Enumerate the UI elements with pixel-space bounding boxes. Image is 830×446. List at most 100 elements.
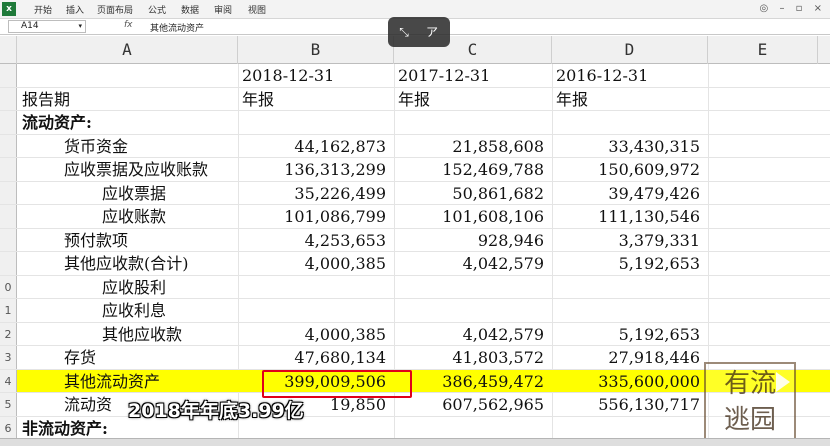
minimize-icon[interactable]: – [779, 3, 784, 14]
cell-a[interactable]: 应收利息 [22, 299, 236, 322]
cell-d[interactable]: 5,192,653 [556, 252, 700, 275]
cell-d[interactable] [556, 299, 700, 322]
cell-b[interactable]: 101,086,799 [242, 205, 386, 228]
tab-home[interactable]: 开始 [34, 3, 52, 16]
cell-c[interactable]: 4,042,579 [398, 252, 544, 275]
cell-c[interactable]: 21,858,608 [398, 135, 544, 158]
cell-b[interactable]: 2018-12-31 [242, 64, 386, 87]
cell-d[interactable]: 5,192,653 [556, 323, 700, 346]
cell-b[interactable]: 35,226,499 [242, 182, 386, 205]
column-header-d[interactable]: D [552, 36, 708, 64]
cell-c[interactable] [398, 299, 544, 322]
cell-a[interactable]: 应收票据及应收账款 [22, 158, 236, 181]
cell-b[interactable]: 年报 [242, 88, 386, 111]
cell-a[interactable]: 应收股利 [22, 276, 236, 299]
close-icon[interactable]: × [814, 3, 822, 14]
row-number[interactable] [0, 228, 17, 251]
cell-b[interactable] [242, 111, 386, 134]
cell-d[interactable] [556, 417, 700, 440]
column-header-e[interactable]: E [708, 36, 818, 64]
row-number[interactable] [0, 111, 17, 134]
cell-c[interactable]: 2017-12-31 [398, 64, 544, 87]
cell-d[interactable]: 150,609,972 [556, 158, 700, 181]
cell-d[interactable] [556, 111, 700, 134]
cell-b[interactable]: 44,162,873 [242, 135, 386, 158]
cell-d[interactable] [556, 276, 700, 299]
cell-c[interactable]: 386,459,472 [398, 370, 544, 393]
cell-d[interactable]: 111,130,546 [556, 205, 700, 228]
cell-c[interactable]: 50,861,682 [398, 182, 544, 205]
formula-content[interactable]: 其他流动资产 [150, 21, 204, 34]
cell-d[interactable]: 年报 [556, 88, 700, 111]
cell-c[interactable]: 年报 [398, 88, 544, 111]
row-number[interactable]: 1 [0, 299, 17, 322]
cell-b[interactable]: 47,680,134 [242, 346, 386, 369]
chevron-down-icon[interactable]: ▾ [78, 21, 82, 32]
translate-icon[interactable]: ア [422, 23, 442, 41]
cell-b[interactable]: 136,313,299 [242, 158, 386, 181]
tab-view[interactable]: 视图 [248, 3, 266, 16]
fullscreen-icon[interactable]: ⤡ [394, 23, 414, 41]
cell-c[interactable]: 4,042,579 [398, 323, 544, 346]
row-number[interactable] [0, 134, 17, 157]
cell-a[interactable]: 存货 [22, 346, 236, 369]
cell-c[interactable] [398, 417, 544, 440]
cell-d[interactable]: 556,130,717 [556, 393, 700, 416]
cell-c[interactable]: 101,608,106 [398, 205, 544, 228]
row-number[interactable] [0, 205, 17, 228]
cell-a[interactable] [22, 64, 236, 87]
cell-a[interactable]: 应收票据 [22, 182, 236, 205]
cell-a[interactable]: 应收账款 [22, 205, 236, 228]
cell-b[interactable]: 4,000,385 [242, 252, 386, 275]
sheet-tab-bar[interactable] [0, 438, 830, 446]
row-number[interactable]: 5 [0, 393, 17, 416]
cell-a[interactable]: 报告期 [22, 88, 236, 111]
column-header-a[interactable]: A [17, 36, 238, 64]
cell-d[interactable]: 33,430,315 [556, 135, 700, 158]
play-icon[interactable] [776, 372, 790, 392]
cell-d[interactable]: 335,600,000 [556, 370, 700, 393]
tab-page-layout[interactable]: 页面布局 [97, 3, 133, 16]
row-number[interactable]: 2 [0, 322, 17, 345]
cell-b[interactable] [242, 276, 386, 299]
help-icon[interactable]: ◎ [760, 3, 769, 14]
column-header-b[interactable]: B [238, 36, 394, 64]
row-number[interactable]: 0 [0, 275, 17, 298]
row-number[interactable]: 3 [0, 346, 17, 369]
cell-d[interactable]: 3,379,331 [556, 229, 700, 252]
cell-c[interactable]: 41,803,572 [398, 346, 544, 369]
row-number[interactable] [0, 87, 17, 110]
name-box[interactable]: A14 ▾ [8, 20, 86, 33]
cell-a[interactable]: 其他应收款 [22, 323, 236, 346]
cell-a[interactable]: 预付款项 [22, 229, 236, 252]
restore-icon[interactable]: ▫ [796, 3, 803, 14]
row-number[interactable] [0, 64, 17, 87]
cell-c[interactable]: 607,562,965 [398, 393, 544, 416]
tab-insert[interactable]: 插入 [66, 3, 84, 16]
cell-c[interactable]: 152,469,788 [398, 158, 544, 181]
table-row: 应收票据 35,226,499 50,861,682 39,479,426 [0, 181, 830, 205]
select-all-corner[interactable] [0, 36, 17, 64]
tab-formulas[interactable]: 公式 [148, 3, 166, 16]
cell-c[interactable] [398, 276, 544, 299]
cell-c[interactable]: 928,946 [398, 229, 544, 252]
cell-b[interactable]: 4,000,385 [242, 323, 386, 346]
row-number[interactable] [0, 252, 17, 275]
cell-a[interactable]: 货币资金 [22, 135, 236, 158]
cell-a[interactable]: 其他流动资产 [22, 370, 236, 393]
cell-c[interactable] [398, 111, 544, 134]
cell-a[interactable]: 其他应收款(合计) [22, 252, 236, 275]
fx-icon[interactable]: fx [124, 20, 133, 30]
cell-a[interactable]: 流动资产: [22, 111, 236, 134]
tab-review[interactable]: 审阅 [214, 3, 232, 16]
row-number[interactable] [0, 158, 17, 181]
row-number[interactable]: 6 [0, 416, 17, 439]
cell-b[interactable] [242, 299, 386, 322]
cell-b[interactable]: 4,253,653 [242, 229, 386, 252]
cell-d[interactable]: 39,479,426 [556, 182, 700, 205]
row-number[interactable]: 4 [0, 369, 17, 392]
tab-data[interactable]: 数据 [181, 3, 199, 16]
cell-d[interactable]: 27,918,446 [556, 346, 700, 369]
row-number[interactable] [0, 181, 17, 204]
cell-d[interactable]: 2016-12-31 [556, 64, 700, 87]
